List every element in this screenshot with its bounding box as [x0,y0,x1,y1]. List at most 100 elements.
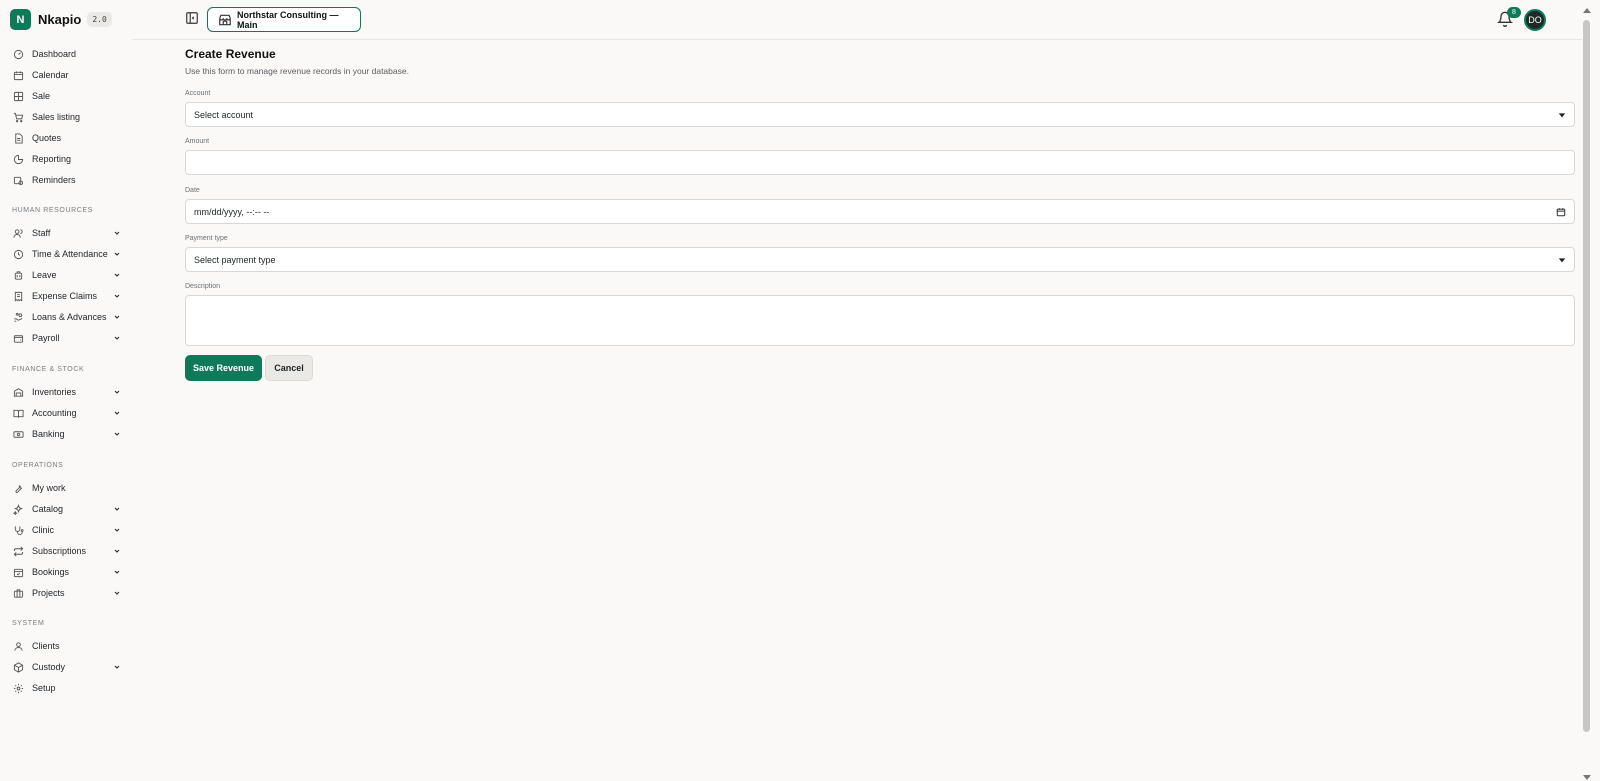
sidebar-item-inventories[interactable]: Inventories [12,382,122,402]
chevron-down-icon [112,525,122,535]
chevron-down-icon [112,333,122,343]
calendar-clock-icon [12,174,25,187]
cart-icon [12,111,25,124]
scroll-up-arrow-icon[interactable] [1582,2,1592,13]
amount-label: Amount [185,138,210,145]
section-title-system: SYSTEM [12,620,45,627]
sidebar-item-quotes[interactable]: Quotes [12,128,122,148]
top-bar: Northstar Consulting — Main 8 DO [132,0,1600,40]
section-title-operations: OPERATIONS [12,462,64,469]
amount-input[interactable] [185,150,1575,175]
stethoscope-icon [12,524,25,537]
sidebar-item-label: My work [32,483,66,493]
sidebar-item-clients[interactable]: Clients [12,636,122,656]
sidebar-item-sales-listing[interactable]: Sales listing [12,107,122,127]
workspace-selector[interactable]: Northstar Consulting — Main [207,7,361,32]
grid-icon [12,90,25,103]
sidebar-item-catalog[interactable]: Catalog [12,499,122,519]
sidebar-item-accounting[interactable]: Accounting [12,403,122,423]
sidebar-item-label: Quotes [32,133,62,143]
chevron-down-icon [112,504,122,514]
sidebar-item-label: Time & Attendance [32,249,108,259]
clock-icon [12,248,25,261]
sidebar-item-sale[interactable]: Sale [12,86,122,106]
chevron-down-icon [112,408,122,418]
brand-logo: N [10,9,31,30]
gear-icon [12,682,25,695]
store-icon [218,13,232,27]
users-icon [12,227,25,240]
sidebar: N Nkapio 2.0 Dashboard Calendar Sale Sal… [0,0,132,781]
sidebar-item-label: Setup [32,683,56,693]
account-label: Account [185,90,211,97]
sidebar-item-bookings[interactable]: Bookings [12,562,122,582]
briefcase-icon [12,587,25,600]
sidebar-item-label: Inventories [32,387,77,397]
sidebar-item-label: Subscriptions [32,546,87,556]
scroll-down-arrow-icon[interactable] [1582,770,1592,780]
payment-type-select[interactable]: Select payment type [185,247,1575,272]
caret-down-icon [1558,256,1566,264]
caret-down-icon [1558,111,1566,119]
payment-type-value: Select payment type [194,254,276,265]
sidebar-item-label: Expense Claims [32,291,98,301]
description-textarea[interactable] [185,295,1575,346]
sidebar-item-label: Sales listing [32,112,81,122]
sidebar-item-label: Payroll [32,333,60,343]
sidebar-item-reminders[interactable]: Reminders [12,170,122,190]
scrollbar-thumb[interactable] [1583,20,1590,732]
chevron-down-icon [112,662,122,672]
sidebar-item-loans-advances[interactable]: Loans & Advances [12,307,122,327]
calendar-icon[interactable] [1556,207,1566,217]
sparkles-icon [12,503,25,516]
sidebar-item-clinic[interactable]: Clinic [12,520,122,540]
sidebar-item-label: Sale [32,91,51,101]
sidebar-item-label: Accounting [32,408,77,418]
sidebar-item-projects[interactable]: Projects [12,583,122,603]
wrench-icon [12,482,25,495]
chevron-down-icon [112,291,122,301]
sidebar-item-reporting[interactable]: Reporting [12,149,122,169]
sidebar-item-leave[interactable]: Leave [12,265,122,285]
warehouse-icon [12,386,25,399]
notification-badge: 8 [1507,7,1521,18]
account-select[interactable]: Select account [185,102,1575,127]
sidebar-item-label: Reminders [32,175,76,185]
repeat-icon [12,545,25,558]
workspace-name: Northstar Consulting — Main [237,9,339,30]
box-icon [12,661,25,674]
sidebar-item-custody[interactable]: Custody [12,657,122,677]
sidebar-item-staff[interactable]: Staff [12,223,122,243]
page-title: Create Revenue [185,47,276,61]
sidebar-item-subscriptions[interactable]: Subscriptions [12,541,122,561]
save-revenue-button[interactable]: Save Revenue [185,355,262,381]
avatar[interactable]: DO [1524,9,1546,31]
brand[interactable]: N Nkapio 2.0 [10,9,112,30]
book-icon [12,407,25,420]
sidebar-item-label: Bookings [32,567,70,577]
sidebar-item-label: Reporting [32,154,72,164]
version-badge: 2.0 [87,12,112,27]
sidebar-item-label: Loans & Advances [32,312,107,322]
sidebar-toggle-icon[interactable] [185,11,199,25]
sidebar-item-time-attendance[interactable]: Time & Attendance [12,244,122,264]
chevron-down-icon [112,546,122,556]
sidebar-item-banking[interactable]: Banking [12,424,122,444]
sidebar-item-label: Dashboard [32,49,77,59]
sidebar-item-my-work[interactable]: My work [12,478,122,498]
dashboard-icon [12,48,25,61]
payment-type-label: Payment type [185,235,228,242]
cancel-button[interactable]: Cancel [265,355,313,381]
sidebar-item-setup[interactable]: Setup [12,678,122,698]
date-label: Date [185,187,200,194]
sidebar-item-label: Projects [32,588,65,598]
sidebar-item-dashboard[interactable]: Dashboard [12,44,122,64]
sidebar-item-label: Banking [32,429,65,439]
sidebar-item-payroll[interactable]: Payroll [12,328,122,348]
account-select-value: Select account [194,109,254,120]
section-title-finance: FINANCE & STOCK [12,366,85,373]
date-input[interactable]: mm/dd/yyyy, --:-- -- [185,199,1575,224]
sidebar-item-expense-claims[interactable]: Expense Claims [12,286,122,306]
sidebar-item-calendar[interactable]: Calendar [12,65,122,85]
chevron-down-icon [112,588,122,598]
